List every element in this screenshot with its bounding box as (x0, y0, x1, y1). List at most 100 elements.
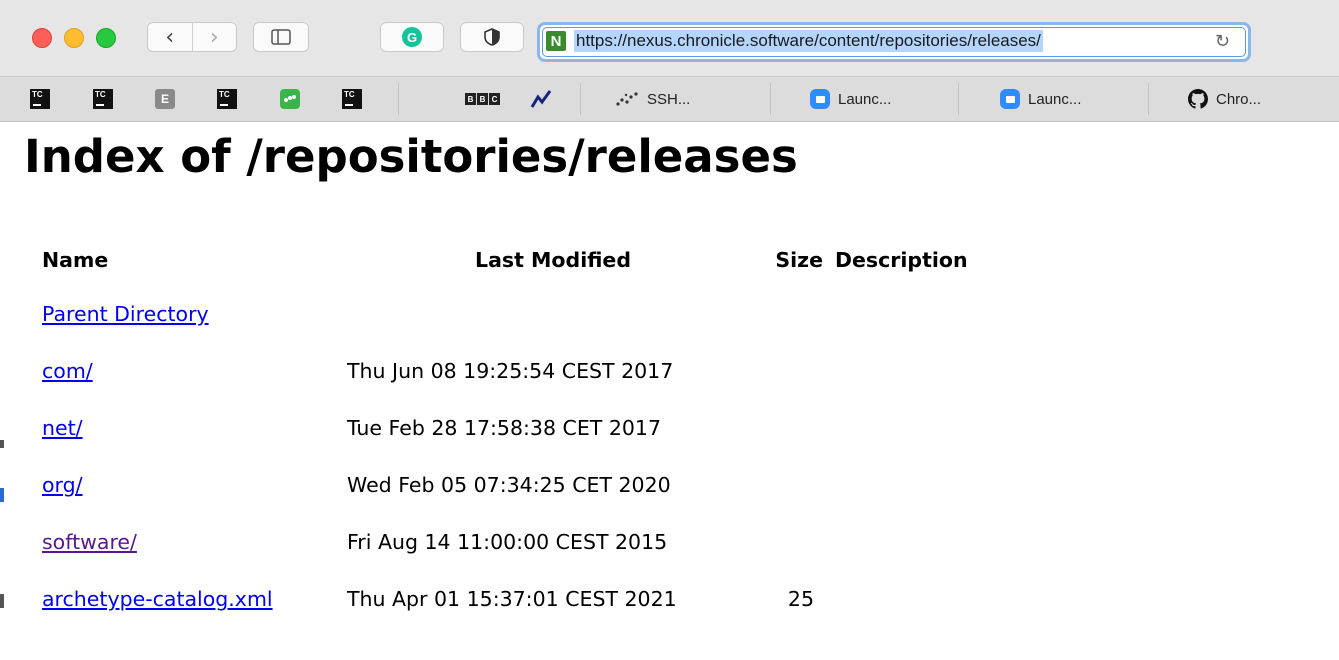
table-row: org/ Wed Feb 05 07:34:25 CET 2020 (42, 473, 968, 530)
zoom-icon (810, 89, 830, 109)
table-row: com/ Thu Jun 08 19:25:54 CEST 2017 (42, 359, 968, 416)
minimize-window-button[interactable] (64, 28, 84, 48)
url-text[interactable]: https://nexus.chronicle.software/content… (574, 30, 1043, 52)
bookmark-item-ssh[interactable]: SSH... (615, 77, 690, 121)
github-icon (1188, 89, 1208, 109)
description-cell (823, 302, 968, 359)
entry-modified: Tue Feb 28 17:58:38 CET 2017 (347, 416, 662, 440)
entry-modified: Thu Jun 08 19:25:54 CEST 2017 (347, 359, 674, 383)
tc-icon: TC (93, 89, 113, 109)
dots-icon (616, 92, 638, 106)
name-cell: com/ (42, 359, 347, 416)
address-bar[interactable]: N https://nexus.chronicle.software/conte… (537, 22, 1251, 62)
name-cell: archetype-catalog.xml (42, 587, 347, 644)
entry-size: 25 (787, 587, 814, 611)
chevron-right-icon: › (209, 24, 219, 50)
entry-size (741, 530, 823, 587)
bookmark-separator (580, 83, 581, 115)
zoom-window-button[interactable] (96, 28, 116, 48)
name-cell: org/ (42, 473, 347, 530)
bbc-icon: BBC (465, 93, 500, 105)
bookmark-label: Launc... (838, 90, 892, 108)
chevron-left-icon: ‹ (165, 24, 175, 50)
entry-link-net[interactable]: net/ (42, 416, 83, 440)
close-window-button[interactable] (32, 28, 52, 48)
entry-size (741, 359, 823, 416)
entry-size (741, 416, 823, 473)
bookmark-item-launch-1[interactable]: Launc... (810, 77, 891, 121)
sidebar-toggle-button[interactable] (253, 22, 309, 52)
table-row: archetype-catalog.xml Thu Apr 01 15:37:0… (42, 587, 968, 644)
shield-icon (484, 28, 500, 46)
window-edge-artifact (0, 440, 4, 448)
entry-link-software[interactable]: software/ (42, 530, 137, 554)
privacy-extension-button[interactable] (460, 22, 524, 52)
bookmark-separator (770, 83, 771, 115)
table-row: net/ Tue Feb 28 17:58:38 CET 2017 (42, 416, 968, 473)
entry-modified: Wed Feb 05 07:34:25 CET 2020 (347, 473, 671, 497)
bookmarks-bar: TC TC E TC TC BBC SSH... Launc... Launc.… (0, 77, 1339, 122)
chart-icon (530, 90, 552, 108)
description-cell (823, 587, 968, 644)
zoom-icon (1000, 89, 1020, 109)
table-row: Parent Directory (42, 302, 968, 359)
listing-header-row: Name Last Modified Size Description (42, 248, 968, 302)
window-edge-artifact (0, 488, 4, 502)
entry-link-com[interactable]: com/ (42, 359, 93, 383)
bookmark-label: SSH... (647, 90, 691, 108)
grammarly-extension-button[interactable]: G (380, 22, 444, 52)
tc-icon: TC (342, 89, 362, 109)
bookmark-separator (398, 83, 399, 115)
bookmark-item[interactable] (530, 77, 552, 121)
bookmark-item[interactable]: TC (93, 77, 113, 121)
browser-toolbar: ‹ › G N https://nexus.chronicle.software… (0, 0, 1339, 77)
tc-icon: TC (217, 89, 237, 109)
page-title: Index of /repositories/releases (24, 130, 798, 183)
name-cell: net/ (42, 416, 347, 473)
bookmark-separator (1148, 83, 1149, 115)
description-cell (823, 473, 968, 530)
bookmark-item[interactable]: TC (217, 77, 237, 121)
column-header-size: Size (775, 248, 823, 272)
bookmark-label: Chro... (1216, 90, 1262, 108)
forward-button[interactable]: › (191, 23, 237, 51)
entry-modified: Fri Aug 14 11:00:00 CEST 2015 (347, 530, 668, 554)
bookmark-item-launch-2[interactable]: Launc... (1000, 77, 1081, 121)
bookmark-item[interactable]: TC (30, 77, 50, 121)
bookmark-item[interactable] (280, 77, 300, 121)
bbc-letter-b2: B (477, 93, 488, 105)
bookmark-item-chro[interactable]: Chro... (1188, 77, 1261, 121)
description-cell (823, 416, 968, 473)
e-icon: E (155, 89, 175, 109)
window-edge-artifact (0, 594, 4, 608)
name-cell: software/ (42, 530, 347, 587)
bookmark-item[interactable]: E (155, 77, 175, 121)
entry-link-archetype-catalog[interactable]: archetype-catalog.xml (42, 587, 273, 611)
tc-icon: TC (30, 89, 50, 109)
entry-link-org[interactable]: org/ (42, 473, 83, 497)
bbc-letter-c: C (489, 93, 500, 105)
nexus-favicon-icon: N (546, 31, 566, 51)
column-header-name: Name (42, 248, 109, 272)
bookmark-item[interactable]: BBC (465, 77, 500, 121)
reload-icon[interactable]: ↻ (1215, 31, 1230, 52)
description-cell (823, 359, 968, 416)
parent-directory-link[interactable]: Parent Directory (42, 302, 209, 326)
history-nav: ‹ › (147, 22, 237, 52)
back-button[interactable]: ‹ (148, 23, 192, 51)
bbc-letter-b1: B (465, 93, 476, 105)
modified-cell (347, 302, 741, 359)
description-cell (823, 530, 968, 587)
directory-listing: Name Last Modified Size Description Pare… (42, 248, 968, 644)
parent-cell: Parent Directory (42, 302, 347, 359)
green-app-icon (280, 89, 300, 109)
entry-size (741, 473, 823, 530)
page-content: Index of /repositories/releases Name Las… (0, 122, 1339, 660)
grammarly-letter: G (406, 29, 418, 45)
column-header-description: Description (835, 248, 968, 272)
column-header-last-modified: Last Modified (475, 248, 631, 272)
bookmark-item[interactable]: TC (342, 77, 362, 121)
sidebar-icon (271, 29, 291, 45)
bookmark-separator (958, 83, 959, 115)
table-row: software/ Fri Aug 14 11:00:00 CEST 2015 (42, 530, 968, 587)
